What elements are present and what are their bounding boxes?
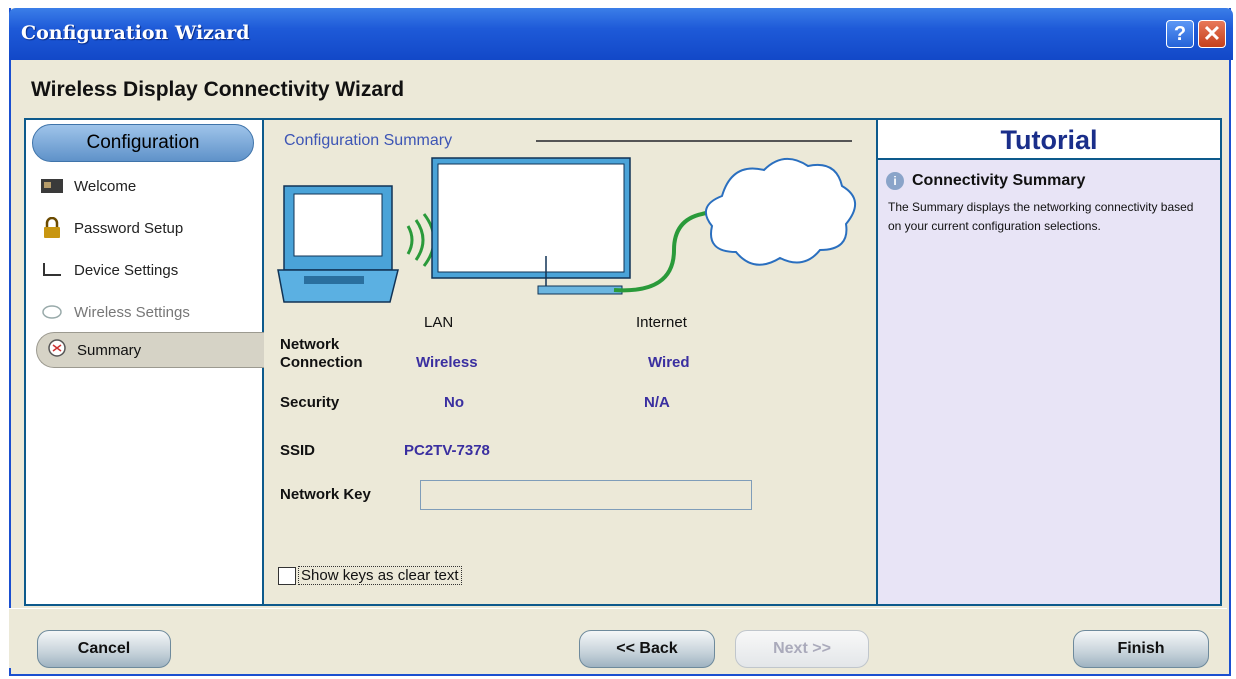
nav-label-wireless-settings: Wireless Settings: [74, 303, 190, 321]
close-button[interactable]: ✕: [1198, 20, 1226, 48]
column-header-lan: LAN: [424, 314, 454, 331]
configuration-summary-panel: Configuration Summary LAN Internet Netwo…: [264, 118, 876, 606]
device-settings-icon: [40, 260, 64, 280]
laptop-icon: [277, 185, 399, 303]
configuration-header: Configuration: [32, 124, 254, 162]
finish-button[interactable]: Finish: [1073, 630, 1209, 668]
nav-item-summary[interactable]: Summary: [36, 332, 264, 368]
tutorial-header: Tutorial: [878, 120, 1220, 160]
nav-item-password-setup[interactable]: Password Setup: [40, 214, 183, 242]
wireless-signal-icon: [406, 213, 436, 267]
internet-connection-value: Wired: [648, 354, 690, 371]
lan-connection-value: Wireless: [416, 354, 478, 371]
section-divider: [536, 140, 852, 142]
network-diagram: [277, 157, 856, 303]
nav-label-welcome: Welcome: [74, 177, 137, 195]
back-button[interactable]: << Back: [579, 630, 715, 668]
show-keys-label[interactable]: Show keys as clear text: [298, 566, 462, 585]
summary-icon: [47, 338, 67, 362]
show-keys-option[interactable]: Show keys as clear text: [278, 566, 462, 585]
nav-item-welcome[interactable]: Welcome: [40, 172, 136, 200]
lan-security-value: No: [444, 394, 464, 411]
security-label: Security: [280, 394, 340, 411]
button-bar: Cancel << Back Next >> Finish: [9, 608, 1227, 668]
help-button[interactable]: ?: [1166, 20, 1194, 48]
ssid-value: PC2TV-7378: [404, 442, 490, 459]
next-button[interactable]: Next >>: [735, 630, 869, 668]
monitor-icon: [40, 176, 64, 196]
tutorial-subtitle-text: Connectivity Summary: [912, 172, 1086, 189]
nav-label-password-setup: Password Setup: [74, 219, 184, 237]
internet-security-value: N/A: [644, 394, 670, 411]
network-connection-label-line1: Network: [280, 336, 340, 353]
nav-label-summary: Summary: [77, 341, 142, 359]
nav-label-device-settings: Device Settings: [74, 261, 179, 279]
tutorial-text: The Summary displays the networking conn…: [888, 200, 1194, 233]
ssid-label: SSID: [280, 442, 316, 459]
tutorial-subtitle: i Connectivity Summary: [886, 172, 1085, 190]
wireless-icon: [40, 302, 64, 322]
network-connection-label: Network Connection: [280, 336, 363, 372]
nav-item-device-settings[interactable]: Device Settings: [40, 256, 178, 284]
display-icon: [431, 157, 631, 295]
tutorial-panel: Tutorial i Connectivity Summary The Summ…: [876, 118, 1222, 606]
column-header-internet: Internet: [636, 314, 687, 331]
navigation-panel: Configuration Welcome Password Setup Dev…: [24, 118, 264, 606]
show-keys-checkbox[interactable]: [278, 566, 296, 585]
network-connection-label-line2: Connection: [280, 354, 363, 371]
section-title: Configuration Summary: [284, 132, 453, 149]
wizard-title: Wireless Display Connectivity Wizard: [31, 78, 405, 101]
cloud-icon: [704, 158, 856, 266]
title-bar[interactable]: Configuration Wizard ? ✕: [9, 8, 1233, 60]
network-key-field[interactable]: [420, 480, 752, 510]
nav-item-wireless-settings[interactable]: Wireless Settings: [40, 298, 190, 326]
lock-icon: [40, 217, 64, 238]
cancel-button[interactable]: Cancel: [37, 630, 171, 668]
info-icon: i: [886, 172, 904, 190]
window-title: Configuration Wizard: [21, 22, 250, 44]
network-key-label: Network Key: [280, 486, 371, 503]
